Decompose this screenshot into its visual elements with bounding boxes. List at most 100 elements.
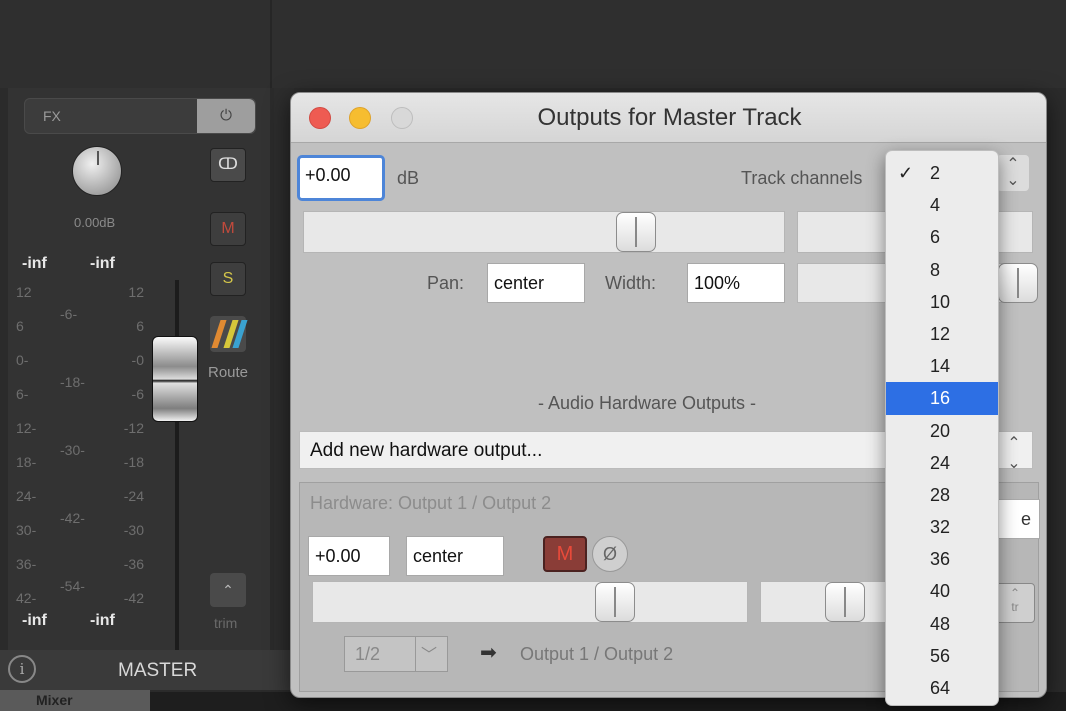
phase-invert-icon[interactable]: Ø	[592, 536, 628, 572]
scale-tick: -24	[123, 488, 144, 504]
scale-tick: 0-	[16, 352, 29, 368]
scale-tick: 6-	[16, 386, 29, 402]
trim-label: trim	[214, 615, 238, 631]
menu-item-label: 4	[930, 195, 941, 216]
strip-divider	[270, 0, 272, 88]
menu-item-24[interactable]: 24	[886, 447, 998, 479]
track-channels-menu[interactable]: ✓ 2 4 6 8 10 12 14 16 20 24 28 32 36 40 48 56 64	[885, 150, 999, 706]
select-divider	[415, 637, 416, 671]
scale-tick: 6	[16, 318, 24, 334]
peak-right: -inf	[90, 255, 115, 272]
info-icon[interactable]: i	[8, 655, 36, 683]
meter-scale-left: 12 6 0- 6- 12- 18- 24- 30- 36- 42-	[16, 284, 56, 624]
scale-tick: -42-	[60, 510, 85, 526]
menu-item-20[interactable]: 20	[886, 415, 998, 447]
fx-power-icon[interactable]: ⏻	[197, 99, 255, 133]
volume-slider[interactable]	[303, 211, 785, 253]
menu-item-label: 28	[930, 484, 951, 505]
peak-left: -inf	[22, 255, 47, 272]
scale-tick: -12	[123, 420, 144, 436]
chevron-down-icon[interactable]: ﹀	[421, 641, 437, 665]
scale-tick: -6	[131, 386, 144, 402]
master-track-label: MASTER	[118, 660, 198, 681]
pan-input[interactable]: center	[487, 263, 585, 303]
volume-db-readout: 0.00dB	[74, 215, 116, 230]
width-label: Width:	[605, 273, 657, 293]
volume-unit-label: dB	[397, 168, 420, 188]
menu-item-28[interactable]: 28	[886, 479, 998, 511]
meter-bottom-left: -inf	[22, 612, 47, 629]
checkmark-icon: ✓	[898, 163, 914, 183]
hw-mute-button[interactable]: M	[543, 536, 587, 572]
scale-tick: -18-	[60, 374, 85, 390]
scale-tick: -0	[131, 352, 144, 368]
volume-slider-thumb[interactable]	[616, 212, 656, 252]
mixer-tab[interactable]: Mixer	[0, 690, 150, 711]
dialog-title: Outputs for Master Track	[537, 104, 802, 131]
scale-tick: 30-	[16, 522, 37, 538]
menu-item-32[interactable]: 32	[886, 511, 998, 543]
hw-pan-input[interactable]: center	[406, 536, 504, 576]
trim-envelope-icon[interactable]: ⌃	[210, 573, 246, 607]
menu-item-label: 16	[930, 388, 951, 409]
menu-item-label: 12	[930, 323, 951, 344]
scale-tick: 12	[16, 284, 32, 300]
menu-item-12[interactable]: 12	[886, 318, 998, 350]
pan-slider-thumb[interactable]	[998, 263, 1038, 303]
menu-item-label: 48	[930, 613, 951, 634]
add-hardware-stepper-icon[interactable]: ⌃ ⌄	[997, 431, 1031, 472]
hw-tr-button[interactable]: ⌃ tr	[995, 583, 1035, 623]
menu-item-6[interactable]: 6	[886, 221, 998, 253]
menu-item-label: 2	[930, 163, 941, 183]
route-icon[interactable]	[210, 316, 246, 352]
menu-item-label: 14	[930, 356, 951, 377]
menu-item-40[interactable]: 40	[886, 575, 998, 607]
menu-item-label: 24	[930, 452, 951, 473]
menu-item-64[interactable]: 64	[886, 672, 998, 704]
hw-volume-slider-thumb[interactable]	[595, 582, 635, 622]
menu-item-label: 6	[930, 227, 941, 248]
menu-item-label: 40	[930, 581, 951, 602]
menu-item-16[interactable]: 16	[886, 382, 998, 415]
menu-item-label: 32	[930, 517, 951, 538]
mute-button[interactable]: M	[210, 212, 246, 246]
volume-fader-handle[interactable]	[152, 336, 198, 422]
scale-tick: -36	[123, 556, 144, 572]
menu-item-48[interactable]: 48	[886, 608, 998, 640]
stereo-width-icon[interactable]: ↀ	[210, 148, 246, 182]
hw-volume-slider[interactable]	[312, 581, 748, 623]
hw-output-name: Output 1 / Output 2	[520, 644, 674, 664]
hw-pan-slider-thumb[interactable]	[825, 582, 865, 622]
track-channels-stepper-icon[interactable]: ⌃ ⌄	[997, 155, 1029, 191]
solo-button[interactable]: S	[210, 262, 246, 296]
fx-button[interactable]: FX ⏻	[24, 98, 256, 134]
menu-item-4[interactable]: 4	[886, 189, 998, 221]
menu-item-label: 10	[930, 291, 951, 312]
hw-channel-value: 1/2	[355, 644, 381, 664]
menu-item-label: 56	[930, 645, 951, 666]
hardware-output-title: Hardware: Output 1 / Output 2	[310, 493, 552, 513]
width-input[interactable]: 100%	[687, 263, 785, 303]
menu-item-2[interactable]: ✓ 2	[886, 157, 998, 189]
scale-tick: 18-	[16, 454, 37, 470]
menu-item-10[interactable]: 10	[886, 286, 998, 318]
volume-input[interactable]: +0.00	[297, 155, 385, 201]
scale-tick: -30	[123, 522, 144, 538]
scale-tick: -18	[123, 454, 144, 470]
menu-item-36[interactable]: 36	[886, 543, 998, 575]
menu-item-label: 8	[930, 259, 941, 280]
menu-item-label: 64	[930, 678, 951, 698]
arrow-right-icon: ➡	[480, 642, 497, 664]
menu-item-14[interactable]: 14	[886, 350, 998, 382]
dialog-titlebar[interactable]: Outputs for Master Track	[291, 93, 1046, 143]
meter-scale-mid: -6- -18- -30- -42- -54-	[60, 306, 100, 646]
menu-item-56[interactable]: 56	[886, 640, 998, 672]
scale-tick: 6	[136, 318, 144, 334]
hw-volume-input[interactable]: +0.00	[308, 536, 390, 576]
pan-knob[interactable]	[72, 146, 122, 196]
hw-channel-select[interactable]: 1/2 ﹀	[344, 636, 448, 672]
scale-tick: 12	[128, 284, 144, 300]
meter-scale-right: 12 6 -0 -6 -12 -18 -24 -30 -36 -42	[104, 284, 144, 624]
menu-item-8[interactable]: 8	[886, 254, 998, 286]
scale-tick: -6-	[60, 306, 78, 322]
